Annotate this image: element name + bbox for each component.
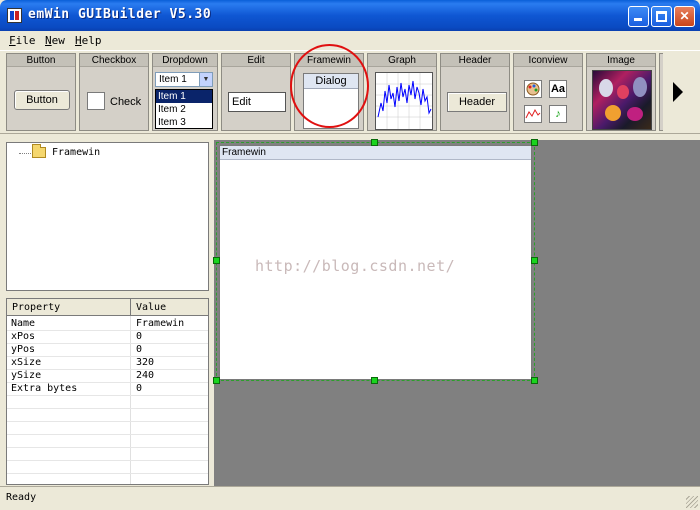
tool-more (659, 53, 663, 131)
dropdown-preview-list: Item 1 Item 2 Item 3 (155, 89, 213, 129)
tree-connector (19, 153, 31, 154)
chart-icon (524, 105, 542, 123)
tool-graph[interactable]: Graph (367, 53, 437, 131)
minimize-icon (634, 18, 642, 21)
dropdown-preview-select: Item 1 ▼ (155, 72, 213, 87)
tool-button-label: Button (7, 54, 75, 67)
property-name: ySize (11, 370, 42, 381)
header-preview: Header (447, 92, 507, 112)
resize-handle-right[interactable] (531, 257, 538, 264)
tool-graph-label: Graph (368, 54, 436, 67)
tool-edit[interactable]: Edit Edit (221, 53, 291, 131)
property-value[interactable]: 240 (136, 370, 154, 382)
table-row[interactable]: Extra bytes 0 (7, 383, 208, 396)
property-value[interactable]: 320 (136, 357, 154, 369)
dropdown-option: Item 1 (156, 90, 212, 103)
menu-help[interactable]: Help (75, 34, 102, 47)
property-column-header[interactable]: Property (12, 302, 60, 313)
property-value[interactable]: 0 (136, 344, 142, 356)
tool-dropdown[interactable]: Dropdown Item 1 ▼ Item 1 Item 2 Item 3 (152, 53, 218, 131)
empty-row (7, 448, 208, 461)
empty-row (7, 409, 208, 422)
tool-edit-label: Edit (222, 54, 290, 67)
button-preview: Button (14, 90, 70, 110)
empty-row (7, 474, 208, 484)
palette-icon (524, 80, 542, 98)
graph-preview-icon (376, 73, 432, 129)
table-row[interactable]: xPos 0 (7, 331, 208, 344)
tool-header-label: Header (441, 54, 509, 67)
menu-file[interactable]: File (9, 34, 36, 47)
title-bar[interactable]: emWin GUIBuilder V5.30 ✕ (0, 0, 700, 31)
empty-row (7, 422, 208, 435)
resize-handle-top-right[interactable] (531, 139, 538, 146)
tool-iconview-label: Iconview (514, 54, 582, 67)
property-name: xPos (11, 331, 36, 342)
image-preview (592, 70, 652, 130)
tool-image[interactable]: Image (586, 53, 656, 131)
property-name: yPos (11, 344, 36, 355)
checkbox-preview-box (87, 92, 105, 110)
menu-bar: File New Help (0, 31, 700, 50)
menu-new[interactable]: New (45, 34, 65, 47)
checkbox-preview-label: Check (110, 96, 142, 108)
property-table-header: Property Value (7, 299, 208, 316)
minimize-button[interactable] (628, 6, 649, 27)
resize-handle-top[interactable] (371, 139, 378, 146)
tool-image-label: Image (587, 54, 655, 67)
empty-row (7, 461, 208, 474)
property-name: Name (11, 318, 36, 329)
resize-handle-bottom-right[interactable] (531, 377, 538, 384)
dropdown-selected-value: Item 1 (159, 74, 187, 85)
watermark-text: http://blog.csdn.net/ (255, 257, 456, 275)
property-value[interactable]: 0 (136, 331, 142, 343)
resize-handle-bottom[interactable] (371, 377, 378, 384)
table-row[interactable]: yPos 0 (7, 344, 208, 357)
dropdown-option: Item 2 (158, 104, 186, 115)
property-table: Property Value Name Framewin xPos 0 yPos… (6, 298, 209, 485)
tree-item-framewin[interactable]: Framewin (52, 147, 100, 158)
tool-iconview[interactable]: Iconview Aa ♪ (513, 53, 583, 131)
table-row[interactable]: Name Framewin (7, 318, 208, 331)
folder-icon (32, 144, 46, 158)
property-name: Extra bytes (11, 383, 78, 394)
value-column-header[interactable]: Value (136, 302, 166, 313)
close-button[interactable]: ✕ (674, 6, 695, 27)
table-row[interactable]: xSize 320 (7, 357, 208, 370)
maximize-button[interactable] (651, 6, 672, 27)
edit-preview: Edit (228, 92, 286, 112)
resize-handle-left[interactable] (213, 257, 220, 264)
resize-grip-icon[interactable] (686, 496, 698, 508)
property-value[interactable]: Framewin (136, 318, 184, 330)
dropdown-option: Item 3 (158, 117, 186, 128)
empty-row (7, 396, 208, 409)
tool-header[interactable]: Header Header (440, 53, 510, 131)
close-icon: ✕ (679, 9, 690, 23)
resize-handle-bottom-left[interactable] (213, 377, 220, 384)
empty-row (7, 435, 208, 448)
status-text: Ready (6, 492, 37, 503)
tool-checkbox[interactable]: Checkbox Check (79, 53, 149, 131)
widget-tree: Framewin (6, 142, 209, 291)
graph-preview (375, 72, 433, 130)
property-value[interactable]: 0 (136, 383, 142, 395)
music-note-icon: ♪ (549, 105, 567, 123)
tool-checkbox-label: Checkbox (80, 54, 148, 67)
app-icon (7, 8, 22, 23)
arrow-right-icon[interactable] (673, 82, 683, 102)
tool-dropdown-label: Dropdown (153, 54, 217, 67)
status-bar: Ready (0, 486, 700, 510)
window-title: emWin GUIBuilder V5.30 (28, 7, 212, 22)
maximize-icon (656, 11, 667, 22)
property-name: xSize (11, 357, 42, 368)
chevron-down-icon: ▼ (199, 73, 212, 86)
text-icon: Aa (549, 80, 567, 98)
tool-button[interactable]: Button Button (6, 53, 76, 131)
annotation-circle (290, 44, 369, 128)
table-row[interactable]: ySize 240 (7, 370, 208, 383)
